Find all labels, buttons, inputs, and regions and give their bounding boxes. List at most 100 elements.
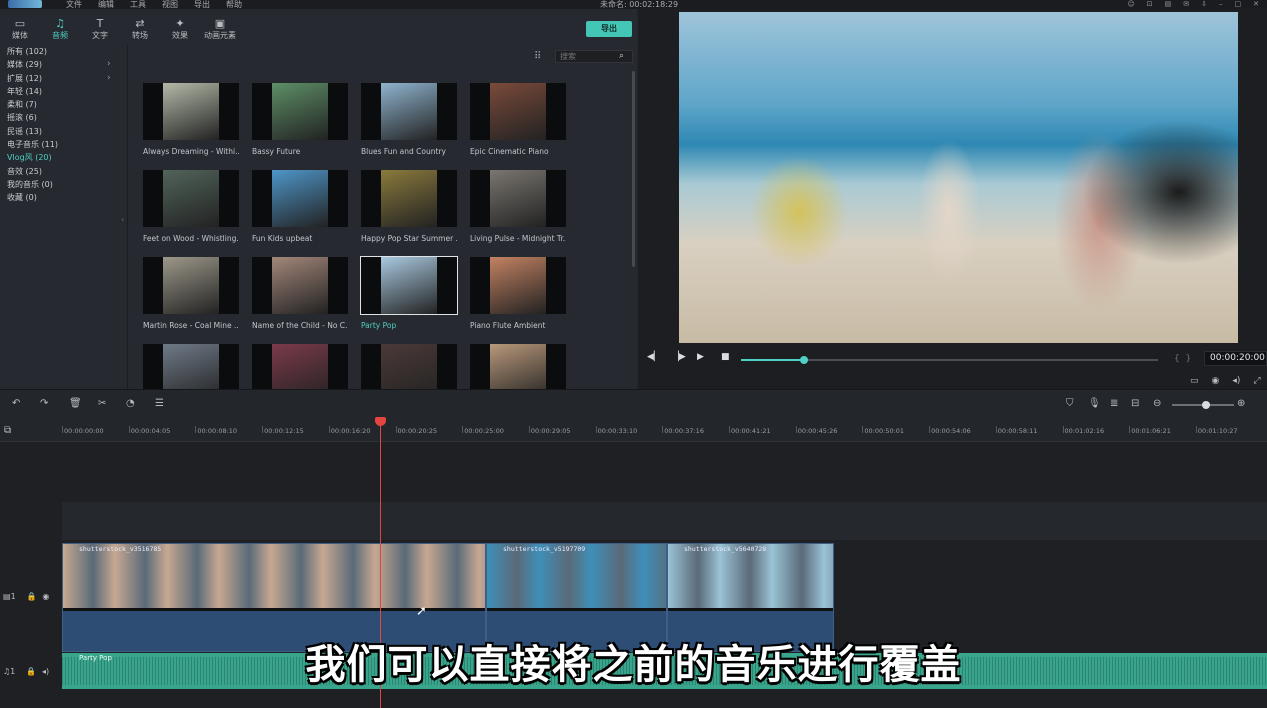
grid-view-icon[interactable]: ⠿ bbox=[534, 51, 541, 62]
zoom-out-icon[interactable]: ⊖ bbox=[1153, 398, 1161, 409]
audio-item-label: Party Pop bbox=[361, 321, 397, 330]
stop-icon[interactable]: ■ bbox=[721, 352, 730, 362]
undo-icon[interactable]: ↶ bbox=[12, 398, 20, 409]
library-tabs: ▭ 媒体 ♫ 音频 T 文字 ⇄ 转场 ✦ 效果 ▣ 动画元素 bbox=[0, 9, 637, 45]
category-item[interactable]: 媒体 (29) › bbox=[0, 58, 127, 71]
timeline-ruler[interactable]: ⧉ 00:00:00:00 00:00:04:05 00:00:08:10 00:00… bbox=[0, 417, 1267, 442]
category-item[interactable]: 电子音乐 (11) bbox=[0, 138, 127, 151]
audio-item-label: Bassy Future bbox=[252, 147, 301, 156]
audio-library-item[interactable]: Always Dreaming - Withi... bbox=[143, 83, 239, 157]
speed-icon[interactable]: ◔ bbox=[126, 398, 135, 409]
tab-label: 媒体 bbox=[12, 31, 28, 40]
display-settings-icon[interactable]: ▭ bbox=[1190, 376, 1199, 386]
library-panel: ▭ 媒体 ♫ 音频 T 文字 ⇄ 转场 ✦ 效果 ▣ 动画元素 导出 所有 (102) 媒体 (29) ›… bbox=[0, 9, 637, 401]
add-track-icon[interactable]: ⧉ bbox=[4, 425, 11, 436]
mail-icon[interactable]: ✉ bbox=[1183, 0, 1189, 8]
redo-icon[interactable]: ↷ bbox=[40, 398, 48, 409]
marker-icon[interactable]: ⛉ bbox=[1066, 398, 1074, 409]
category-item[interactable]: 所有 (102) bbox=[0, 45, 127, 58]
category-item[interactable]: 我的音乐 (0) bbox=[0, 178, 127, 191]
fullscreen-icon[interactable]: ⤢ bbox=[1253, 376, 1260, 386]
minimize-icon[interactable]: – bbox=[1219, 0, 1223, 8]
zoom-knob[interactable] bbox=[1202, 401, 1210, 409]
download-icon[interactable]: ⇩ bbox=[1201, 0, 1207, 8]
audio-library-item[interactable]: Feet on Wood - Whistling... bbox=[143, 170, 239, 244]
user-icon[interactable]: ☺ bbox=[1127, 0, 1134, 8]
play-icon[interactable]: ▶ bbox=[697, 352, 704, 362]
tab-2[interactable]: T 文字 bbox=[80, 9, 120, 45]
ruler-tick-label: 00:00:41:21 bbox=[729, 426, 771, 435]
save-icon[interactable]: ▤ bbox=[1165, 0, 1172, 8]
category-item[interactable]: 音效 (25) bbox=[0, 165, 127, 178]
category-item[interactable]: 收藏 (0) bbox=[0, 191, 127, 204]
clip-name: shutterstock_v3516785 bbox=[79, 545, 162, 553]
audio-thumbnail bbox=[143, 257, 239, 314]
thumbnail-image bbox=[272, 257, 328, 314]
category-item[interactable]: 民谣 (13) bbox=[0, 125, 127, 138]
audio-library-item[interactable]: Bassy Future bbox=[252, 83, 348, 157]
ruler-tick-label: 00:00:04:05 bbox=[128, 426, 171, 435]
zoom-slider[interactable] bbox=[1172, 401, 1234, 409]
maximize-icon[interactable]: □ bbox=[1235, 0, 1242, 8]
category-item[interactable]: 年轻 (14) bbox=[0, 85, 127, 98]
lock-icon[interactable]: 🔒 bbox=[27, 592, 37, 601]
audio-library-item[interactable]: Blues Fun and Country bbox=[361, 83, 457, 157]
split-screen-icon[interactable]: ⊟ bbox=[1131, 398, 1139, 409]
search-icon[interactable]: ⌕ bbox=[619, 51, 624, 61]
tab-3[interactable]: ⇄ 转场 bbox=[120, 9, 160, 45]
chevron-right-icon[interactable]: › bbox=[107, 72, 111, 85]
collapse-panel-icon[interactable]: ‹ bbox=[121, 215, 124, 224]
library-scrollbar[interactable] bbox=[632, 71, 635, 267]
audio-library-item[interactable]: Piano Flute Ambient bbox=[470, 257, 566, 331]
tab-1[interactable]: ♫ 音频 bbox=[40, 9, 80, 45]
mark-in-out-icon[interactable]: { } bbox=[1174, 354, 1191, 364]
close-icon[interactable]: ✕ bbox=[1253, 0, 1259, 8]
ruler-tick-label: 00:00:45:26 bbox=[795, 426, 838, 435]
preview-panel: ◀▏ ▕▶ ▶ ■ { } 00:00:20:00 ▭ ◉ ◂) ⤢ bbox=[638, 9, 1267, 389]
audio-library-item[interactable]: Fun Kids upbeat bbox=[252, 170, 348, 244]
ruler-tick-label: 00:01:02:16 bbox=[1062, 426, 1105, 435]
progress-knob[interactable] bbox=[799, 356, 808, 364]
audio-library-item[interactable]: Epic Cinematic Piano bbox=[470, 83, 566, 157]
cart-icon[interactable]: ⊡ bbox=[1147, 0, 1153, 8]
category-item[interactable]: 扩展 (12) › bbox=[0, 72, 127, 85]
previous-frame-icon[interactable]: ◀▏ bbox=[647, 352, 661, 362]
category-item[interactable]: Vlog风 (20) bbox=[0, 151, 127, 164]
empty-track-area[interactable] bbox=[62, 442, 1267, 502]
microphone-icon[interactable]: 🎙 bbox=[1088, 398, 1101, 409]
audio-library-item[interactable]: Happy Pop Star Summer ... bbox=[361, 170, 457, 244]
empty-track[interactable] bbox=[62, 502, 1267, 540]
eye-icon[interactable]: ◉ bbox=[42, 592, 49, 601]
tab-5[interactable]: ▣ 动画元素 bbox=[200, 9, 240, 45]
audio-item-label: Feet on Wood - Whistling... bbox=[143, 234, 239, 243]
delete-icon[interactable]: 🗑 bbox=[69, 398, 82, 409]
audio-item-label: Piano Flute Ambient bbox=[470, 321, 546, 330]
mixer-icon[interactable]: ≣ bbox=[1110, 398, 1118, 409]
playback-progress[interactable] bbox=[741, 356, 1158, 364]
chevron-right-icon[interactable]: › bbox=[107, 58, 111, 71]
snapshot-icon[interactable]: ◉ bbox=[1212, 376, 1220, 386]
audio-library-item[interactable]: Living Pulse - Midnight Tr... bbox=[470, 170, 566, 244]
tab-0[interactable]: ▭ 媒体 bbox=[0, 9, 40, 45]
audio-thumbnail bbox=[143, 170, 239, 227]
ruler-tick-label: 00:00:08:10 bbox=[195, 426, 238, 435]
thumbnail-image bbox=[163, 83, 219, 140]
category-item[interactable]: 柔和 (7) bbox=[0, 98, 127, 111]
audio-library-item[interactable]: Martin Rose - Coal Mine ... bbox=[143, 257, 239, 331]
audio-library-item[interactable]: Name of the Child - No C... bbox=[252, 257, 348, 331]
export-button[interactable]: 导出 bbox=[586, 21, 632, 37]
adjust-icon[interactable]: ☰ bbox=[155, 398, 164, 409]
category-item[interactable]: 摇滚 (6) bbox=[0, 111, 127, 124]
category-label: 摇滚 (6) bbox=[7, 113, 37, 123]
folder-icon: ▭ bbox=[14, 17, 26, 30]
image-icon: ▣ bbox=[214, 17, 226, 30]
play-frame-icon[interactable]: ▕▶ bbox=[672, 352, 686, 362]
cut-icon[interactable]: ✂ bbox=[98, 398, 106, 409]
thumbnail-image bbox=[272, 83, 328, 140]
tab-4[interactable]: ✦ 效果 bbox=[160, 9, 200, 45]
audio-thumbnail bbox=[470, 170, 566, 227]
zoom-in-icon[interactable]: ⊕ bbox=[1237, 398, 1245, 409]
volume-icon[interactable]: ◂) bbox=[1232, 376, 1240, 386]
audio-library-item[interactable]: Party Pop bbox=[360, 256, 458, 331]
ruler-tick-label: 00:00:50:01 bbox=[862, 426, 905, 435]
